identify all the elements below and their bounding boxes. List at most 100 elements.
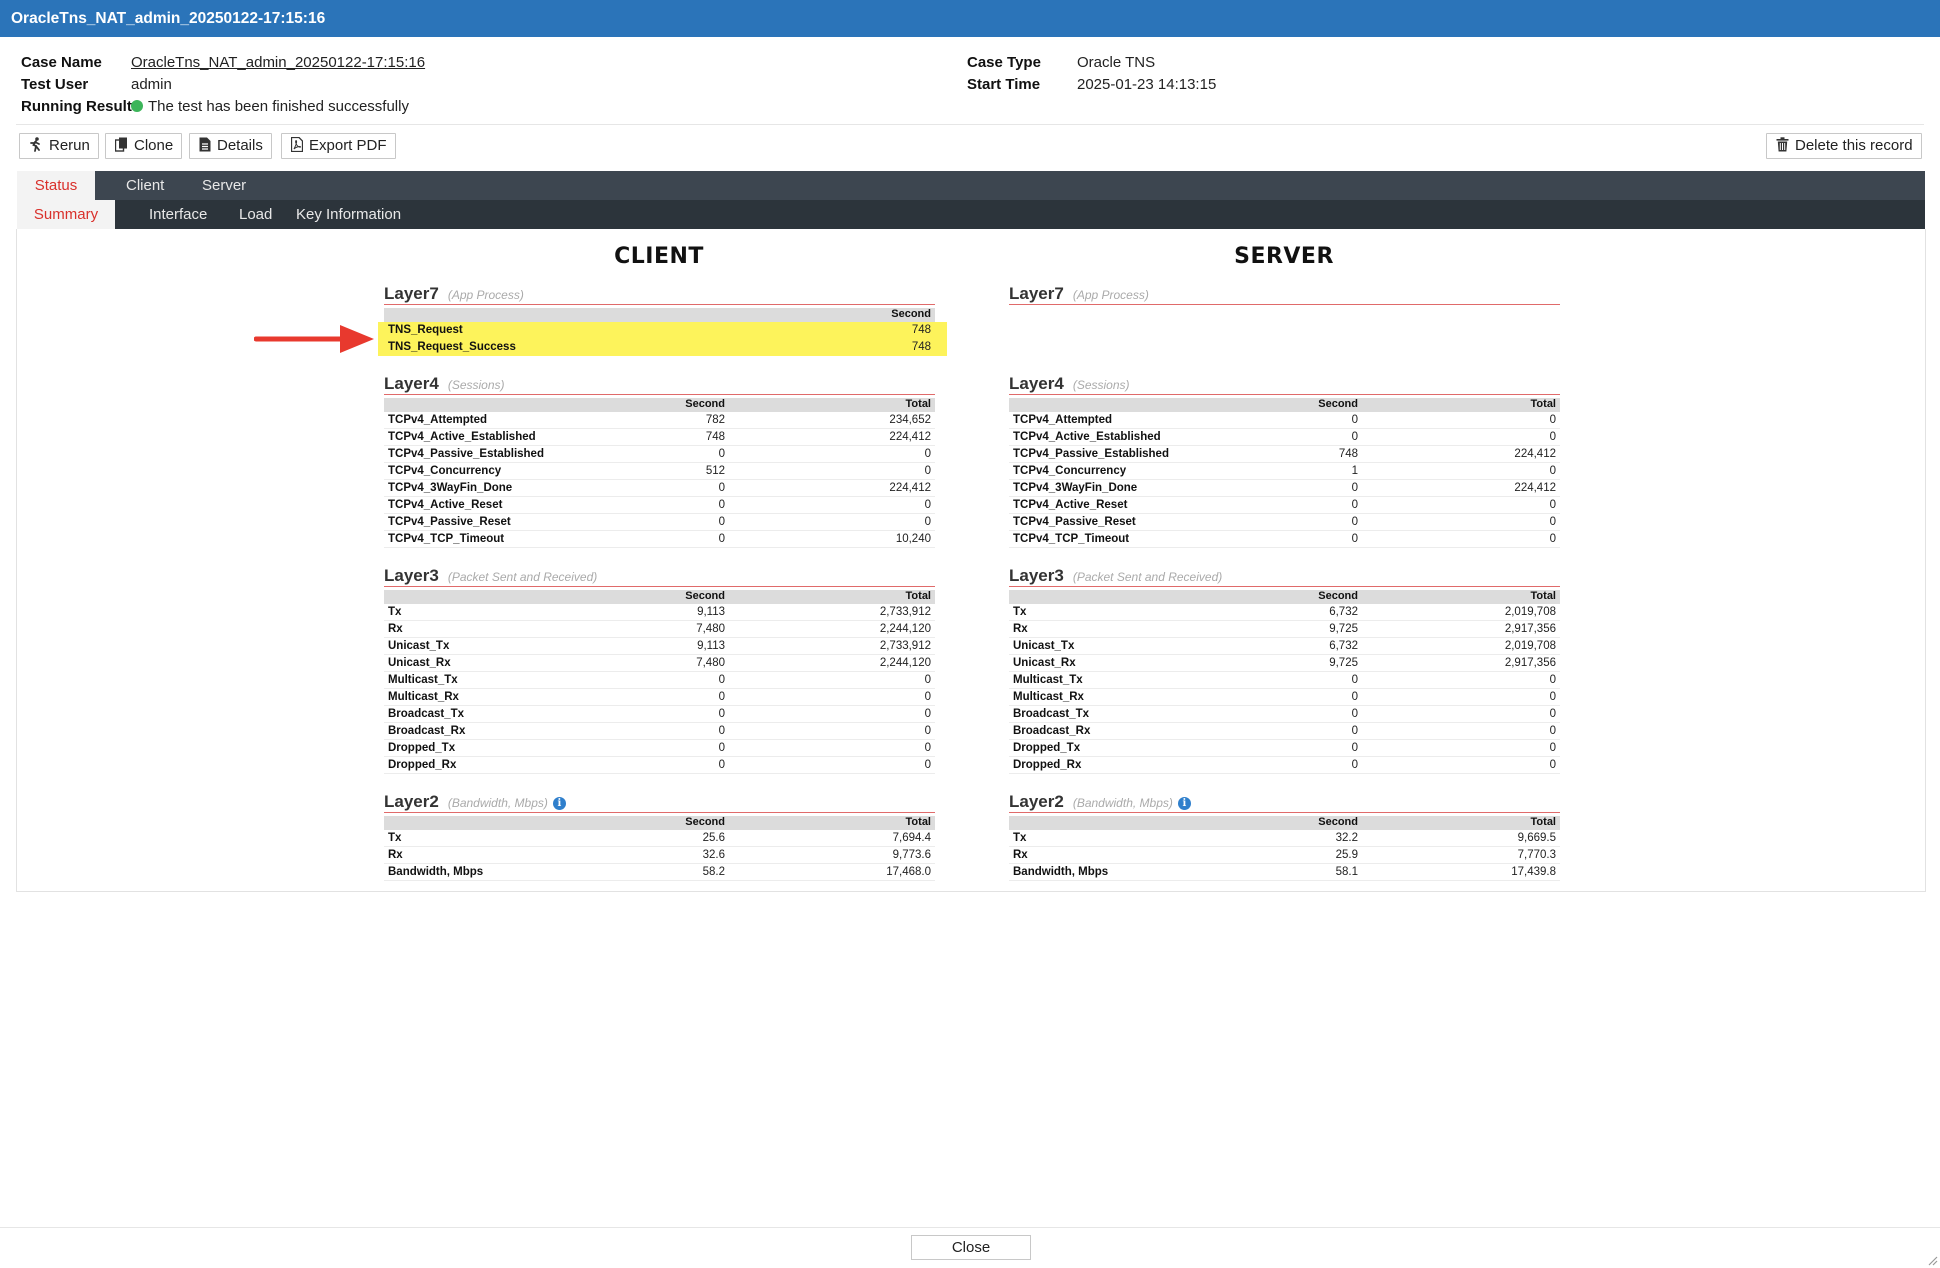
table-row: TCPv4_Concurrency 1 0 xyxy=(1009,463,1560,480)
row-value: 0 xyxy=(1549,674,1556,686)
table-row: Broadcast_Rx 0 0 xyxy=(384,723,935,740)
table-row: Tx 9,113 2,733,912 xyxy=(384,604,935,621)
tab-summary[interactable]: Summary xyxy=(17,200,115,229)
secondary-tabs: Summary Interface Load Key Information xyxy=(17,200,1925,229)
details-button[interactable]: Details xyxy=(189,133,272,159)
row-value: 9,725 xyxy=(1329,657,1358,669)
section-subtitle: (Bandwidth, Mbps) xyxy=(1072,796,1173,810)
row-label: Tx xyxy=(388,832,402,844)
test-user-label: Test User xyxy=(21,76,89,93)
row-label: TCPv4_TCP_Timeout xyxy=(1013,533,1130,545)
section-name: Layer2 xyxy=(384,792,439,811)
table-row: Multicast_Rx 0 0 xyxy=(1009,689,1560,706)
table-row: Multicast_Tx 0 0 xyxy=(1009,672,1560,689)
client-layer3-section: Layer3 (Packet Sent and Received) Second To… xyxy=(384,565,935,774)
section-name: Layer4 xyxy=(1009,374,1064,393)
row-value: 2,244,120 xyxy=(879,623,931,635)
case-name-label: Case Name xyxy=(21,54,102,71)
column-header: Total xyxy=(905,590,931,602)
delete-record-button[interactable]: Delete this record xyxy=(1766,133,1922,159)
row-value: 0 xyxy=(1549,516,1556,528)
table-row: Tx 25.6 7,694.4 xyxy=(384,830,935,847)
table-header: Second Total xyxy=(1009,816,1560,830)
column-header: Total xyxy=(1530,398,1556,410)
table-row: Multicast_Tx 0 0 xyxy=(384,672,935,689)
table-header: Second Total xyxy=(384,590,935,604)
table-row: Multicast_Rx 0 0 xyxy=(384,689,935,706)
row-value: 32.6 xyxy=(702,849,725,861)
primary-tabs: Status Client Server xyxy=(17,171,1925,200)
table-row: TCPv4_Active_Reset 0 0 xyxy=(384,497,935,514)
resize-handle-icon[interactable] xyxy=(1926,1254,1938,1266)
table-row: TCPv4_Passive_Reset 0 0 xyxy=(384,514,935,531)
row-value: 0 xyxy=(718,448,725,460)
row-value: 0 xyxy=(1549,708,1556,720)
table-row: Rx 7,480 2,244,120 xyxy=(384,621,935,638)
section-name: Layer7 xyxy=(384,284,439,303)
tab-interface[interactable]: Interface xyxy=(133,200,223,229)
table-header: Second Total xyxy=(384,398,935,412)
row-label: Tx xyxy=(1013,832,1027,844)
row-label: Multicast_Rx xyxy=(1013,691,1084,703)
tab-server[interactable]: Server xyxy=(186,171,262,200)
tab-key-information[interactable]: Key Information xyxy=(280,200,417,229)
case-type-label: Case Type xyxy=(967,54,1041,71)
row-label: TCPv4_Passive_Reset xyxy=(388,516,511,528)
run-icon xyxy=(30,137,40,152)
row-label: Dropped_Rx xyxy=(388,759,457,771)
table-row: Tx 6,732 2,019,708 xyxy=(1009,604,1560,621)
row-value: 0 xyxy=(718,742,725,754)
status-dot-icon xyxy=(131,100,143,112)
server-heading: SERVER xyxy=(1234,244,1334,269)
row-value: 17,468.0 xyxy=(886,866,931,878)
row-value: 0 xyxy=(1549,414,1556,426)
row-value: 512 xyxy=(705,465,725,477)
row-label: TCPv4_Concurrency xyxy=(1013,465,1127,477)
tab-client[interactable]: Client xyxy=(110,171,180,200)
row-label: Rx xyxy=(388,623,403,635)
case-type-value: Oracle TNS xyxy=(1077,54,1156,71)
row-value: 748 xyxy=(1338,448,1358,460)
rerun-button[interactable]: Rerun xyxy=(19,133,99,159)
row-value: 2,917,356 xyxy=(1504,623,1556,635)
row-value: 17,439.8 xyxy=(1511,866,1556,878)
row-label: Dropped_Tx xyxy=(388,742,456,754)
tab-status[interactable]: Status xyxy=(17,171,95,200)
copy-icon xyxy=(114,137,127,152)
export-pdf-button[interactable]: Export PDF xyxy=(281,133,396,159)
case-info-right: Case Type Oracle TNS Start Time 2025-01-… xyxy=(967,52,1467,100)
document-icon xyxy=(199,137,211,152)
table-row: TCPv4_TCP_Timeout 0 10,240 xyxy=(384,531,935,548)
case-name-link[interactable]: OracleTns_NAT_admin_20250122-17:15:16 xyxy=(131,52,425,74)
tab-load[interactable]: Load xyxy=(223,200,288,229)
row-value: 1 xyxy=(1351,465,1358,477)
row-label: Rx xyxy=(388,849,403,861)
close-button[interactable]: Close xyxy=(911,1235,1031,1260)
clone-button[interactable]: Clone xyxy=(105,133,183,159)
row-label: Rx xyxy=(1013,849,1028,861)
row-label: Unicast_Tx xyxy=(388,640,450,652)
table-row: Dropped_Tx 0 0 xyxy=(384,740,935,757)
row-value: 0 xyxy=(1549,691,1556,703)
row-label: Broadcast_Tx xyxy=(1013,708,1090,720)
row-value: 782 xyxy=(705,414,725,426)
client-layer3-title: Layer3 (Packet Sent and Received) xyxy=(384,565,935,587)
section-name: Layer3 xyxy=(1009,566,1064,585)
row-value: 0 xyxy=(718,516,725,528)
row-value: 6,732 xyxy=(1329,640,1358,652)
server-layer3-section: Layer3 (Packet Sent and Received) Second To… xyxy=(1009,565,1560,774)
table-row: Unicast_Rx 9,725 2,917,356 xyxy=(1009,655,1560,672)
row-value: 25.6 xyxy=(702,832,725,844)
table-row: TCPv4_Passive_Reset 0 0 xyxy=(1009,514,1560,531)
row-value: 9,113 xyxy=(697,606,725,618)
start-time-label: Start Time xyxy=(967,76,1041,93)
row-label: Unicast_Tx xyxy=(1013,640,1075,652)
section-subtitle: (App Process) xyxy=(447,288,524,302)
window-title: OracleTns_NAT_admin_20250122-17:15:16 xyxy=(0,0,1940,37)
info-icon[interactable]: i xyxy=(552,797,566,810)
info-icon[interactable]: i xyxy=(1177,797,1191,810)
table-row: Rx 25.9 7,770.3 xyxy=(1009,847,1560,864)
row-label: Tx xyxy=(1013,606,1027,618)
row-value: 0 xyxy=(1351,516,1358,528)
row-value: 0 xyxy=(1351,482,1358,494)
